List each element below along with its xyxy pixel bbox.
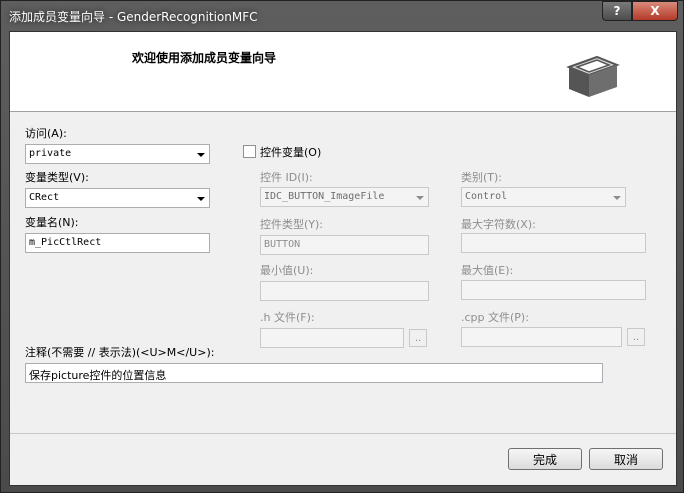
comment-label: 注释(不需要 // 表示法)(<U>M</U>): (25, 346, 215, 359)
access-label: 访问(A): (25, 127, 67, 140)
h-file-label: .h 文件(F): (260, 311, 315, 324)
control-id-value: IDC_BUTTON_ImageFile (264, 191, 385, 202)
category-label: 类别(T): (461, 171, 503, 184)
max-chars-input[interactable] (461, 233, 646, 253)
min-value-input[interactable] (260, 281, 429, 301)
box-icon (566, 55, 620, 97)
access-value: private (29, 148, 72, 159)
cpp-file-browse-button[interactable]: .. (627, 328, 645, 346)
help-button[interactable]: ? (602, 1, 632, 21)
finish-button[interactable]: 完成 (508, 448, 582, 470)
header-title: 欢迎使用添加成员变量向导 (132, 51, 277, 65)
var-name-label: 变量名(N): (25, 216, 79, 229)
access-select[interactable]: private (25, 144, 210, 164)
min-value-label: 最小值(U): (260, 264, 314, 277)
comment-input[interactable]: 保存picture控件的位置信息 (25, 363, 603, 383)
cpp-file-label: .cpp 文件(P): (461, 311, 529, 324)
var-type-label: 变量类型(V): (25, 171, 89, 184)
category-value: Control (465, 191, 508, 202)
window-title: 添加成员变量向导 - GenderRecognitionMFC (9, 10, 258, 24)
max-chars-label: 最大字符数(X): (461, 218, 536, 231)
wizard-header: 欢迎使用添加成员变量向导 (10, 32, 676, 112)
var-type-value: CRect (29, 192, 60, 203)
chevron-down-icon (613, 196, 621, 200)
title-bar[interactable]: 添加成员变量向导 - GenderRecognitionMFC ? X (1, 1, 683, 31)
var-type-select[interactable]: CRect (25, 188, 210, 208)
var-name-input[interactable]: m_PicCtlRect (25, 233, 210, 253)
control-var-label: 控件变量(O) (260, 146, 322, 159)
wizard-window: 添加成员变量向导 - GenderRecognitionMFC ? X 欢迎使用… (0, 0, 684, 493)
cancel-button[interactable]: 取消 (589, 448, 663, 470)
control-type-label: 控件类型(Y): (260, 218, 324, 231)
max-value-label: 最大值(E): (461, 264, 514, 277)
footer-separator (10, 433, 676, 434)
h-file-input[interactable] (260, 328, 404, 348)
dialog-client: 欢迎使用添加成员变量向导 访问(A): private 变量类型(V): CRe… (9, 31, 677, 486)
chevron-down-icon (197, 197, 205, 201)
cpp-file-input[interactable] (461, 327, 622, 347)
category-select[interactable]: Control (461, 187, 626, 207)
control-id-label: 控件 ID(I): (260, 171, 313, 184)
control-var-checkbox[interactable] (243, 145, 256, 158)
max-value-input[interactable] (461, 280, 646, 300)
control-type-input[interactable]: BUTTON (260, 235, 429, 255)
chevron-down-icon (416, 196, 424, 200)
close-button[interactable]: X (632, 1, 678, 21)
chevron-down-icon (197, 153, 205, 157)
h-file-browse-button[interactable]: .. (409, 329, 427, 347)
control-id-select[interactable]: IDC_BUTTON_ImageFile (260, 187, 429, 207)
